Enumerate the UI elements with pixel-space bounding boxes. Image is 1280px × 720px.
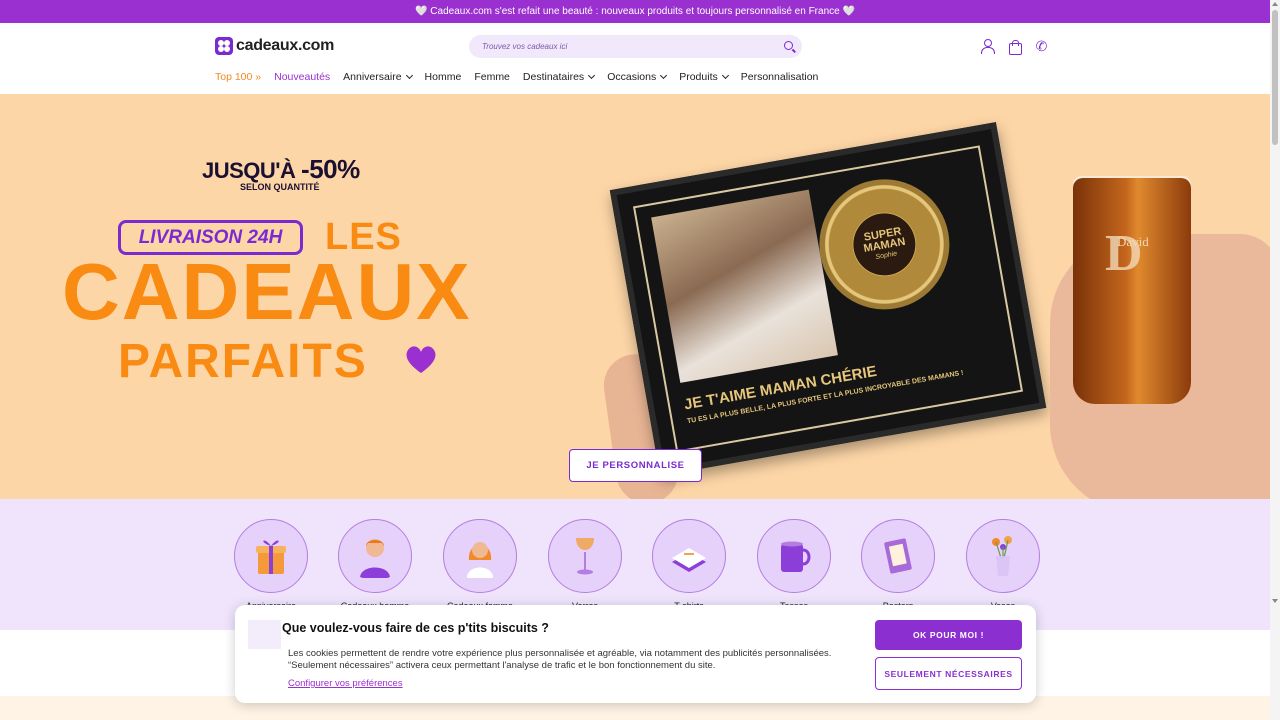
necessary-cookies-button[interactable]: SEULEMENT NÉCESSAIRES xyxy=(875,657,1022,690)
category-circle xyxy=(861,519,935,593)
logo-text: cadeaux.com xyxy=(236,37,335,54)
tshirt-icon xyxy=(672,548,706,572)
promo-headline: JUSQU'À -50% xyxy=(202,154,360,184)
promo-subline: SELON QUANTITÉ xyxy=(240,182,320,192)
scroll-up-arrow-icon[interactable] xyxy=(1272,2,1278,6)
category-circle xyxy=(652,519,726,593)
nav-item-anniversaire[interactable]: Anniversaire xyxy=(343,71,413,83)
cart-icon[interactable] xyxy=(1007,39,1022,55)
chevron-down-icon xyxy=(405,71,413,80)
gift-icon xyxy=(256,540,286,574)
cookie-title: Que voulez-vous faire de ces p'tits bisc… xyxy=(282,621,549,635)
category-circle xyxy=(548,519,622,593)
headline-parfaits: PARFAITS xyxy=(118,335,368,388)
category-circle xyxy=(757,519,831,593)
chevron-down-icon xyxy=(660,71,668,80)
search-bar xyxy=(469,35,802,58)
category-vases[interactable]: Vases xyxy=(966,519,1040,611)
configure-preferences-link[interactable]: Configurer vos préférences xyxy=(288,678,403,689)
category-tasses[interactable]: Tasses xyxy=(757,519,831,611)
phone-icon[interactable]: ✆ xyxy=(1034,39,1049,54)
scroll-down-arrow-icon[interactable] xyxy=(1272,599,1278,603)
mug-icon xyxy=(781,541,811,572)
nav-item-personnalisation[interactable]: Personnalisation xyxy=(741,71,819,83)
framed-record-product: SUPER MAMAN Sophie JE T'AIME MAMAN CHÉRI… xyxy=(609,122,1047,476)
man-icon xyxy=(360,539,390,578)
page-scrollbar[interactable] xyxy=(1270,0,1280,720)
nav-item-occasions[interactable]: Occasions xyxy=(607,71,668,83)
vase-icon xyxy=(992,536,1012,576)
announcement-bar: 🤍 Cadeaux.com s'est refait une beauté : … xyxy=(0,0,1270,23)
personalize-button[interactable]: JE PERSONNALISE xyxy=(569,449,702,482)
header-actions: ✆ xyxy=(980,39,1049,55)
glass-engraving-initial: D xyxy=(1105,225,1143,282)
category-circle xyxy=(966,519,1040,593)
nav-item-top100[interactable]: Top 100 » xyxy=(215,71,261,83)
woman-icon xyxy=(467,542,493,578)
logo[interactable]: cadeaux.com xyxy=(215,37,334,55)
nav-item-homme[interactable]: Homme xyxy=(425,71,462,83)
category-cadeaux-femme[interactable]: Cadeaux femme xyxy=(443,519,517,611)
category-verres[interactable]: Verres xyxy=(548,519,622,611)
nav-item-nouveautes[interactable]: Nouveautés xyxy=(274,71,330,83)
cookie-description: Les cookies permettent de rendre votre e… xyxy=(288,648,832,671)
chevron-down-icon xyxy=(588,71,596,80)
category-cadeaux-homme[interactable]: Cadeaux homme xyxy=(338,519,412,611)
glass-engraving-name: David xyxy=(1117,234,1149,249)
hero-banner[interactable]: JUSQU'À -50% SELON QUANTITÉ LIVRAISON 24… xyxy=(0,94,1270,499)
category-circle xyxy=(443,519,517,593)
record-label: SUPER MAMAN Sophie xyxy=(848,208,921,281)
logo-mark-icon xyxy=(215,37,233,55)
main-nav: Top 100 » Nouveautés Anniversaire Homme … xyxy=(215,71,831,83)
search-icon[interactable] xyxy=(784,41,793,50)
poster-icon xyxy=(884,538,912,574)
nav-item-destinataires[interactable]: Destinataires xyxy=(523,71,596,83)
wine-glass-icon xyxy=(576,538,594,575)
scroll-thumb[interactable] xyxy=(1272,10,1278,145)
search-input[interactable] xyxy=(469,42,769,51)
beer-glass-product xyxy=(1073,178,1191,404)
mother-child-photo xyxy=(651,189,838,383)
cookie-consent-banner: Que voulez-vous faire de ces p'tits bisc… xyxy=(235,605,1036,703)
nav-item-produits[interactable]: Produits xyxy=(679,71,729,83)
category-circle xyxy=(338,519,412,593)
site-header: cadeaux.com ✆ Top 100 » Nouveautés Anniv… xyxy=(0,23,1270,94)
cookie-icon xyxy=(248,620,281,649)
announcement-text: 🤍 Cadeaux.com s'est refait une beauté : … xyxy=(415,6,855,17)
category-anniversaire[interactable]: Anniversaire xyxy=(234,519,308,611)
category-tshirts[interactable]: T-shirts xyxy=(652,519,726,611)
category-posters[interactable]: Posters xyxy=(861,519,935,611)
heart-icon xyxy=(406,346,436,373)
chevron-down-icon xyxy=(721,71,729,80)
headline-cadeaux: CADEAUX xyxy=(62,247,472,336)
account-icon[interactable] xyxy=(980,39,995,54)
nav-item-femme[interactable]: Femme xyxy=(474,71,510,83)
accept-cookies-button[interactable]: OK POUR MOI ! xyxy=(875,620,1022,650)
category-circle xyxy=(234,519,308,593)
